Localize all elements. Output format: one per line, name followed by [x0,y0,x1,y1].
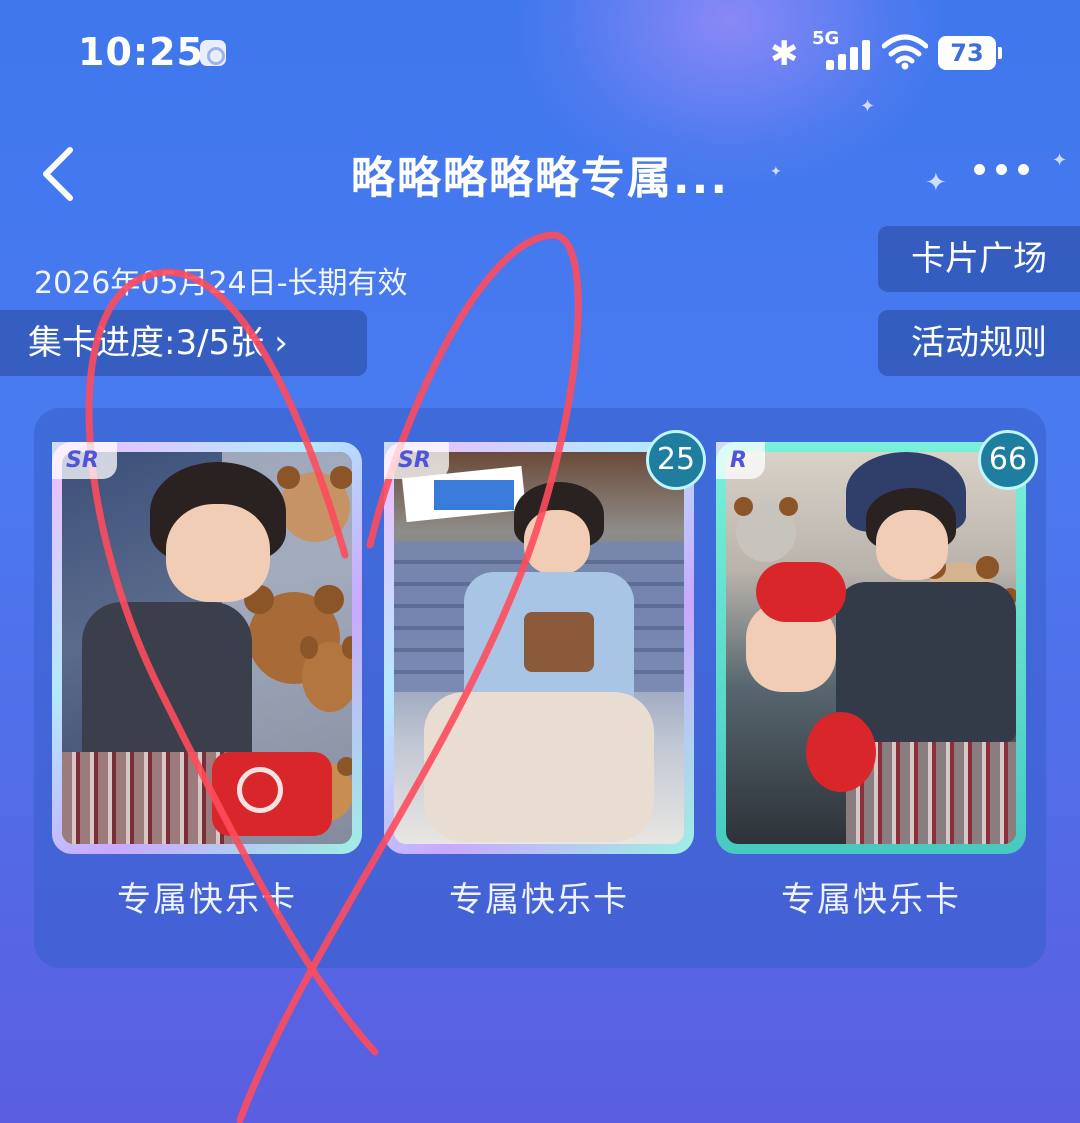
rarity-badge: SR [52,442,117,479]
rarity-badge: SR [384,442,449,479]
card-panel: SR SR 25 R 66 专属快乐卡 专属快乐卡 专属快乐卡 [34,408,1046,968]
card-count-badge: 25 [646,430,706,490]
activity-rules-button[interactable]: 活动规则 [878,310,1080,376]
wifi-icon [882,34,928,70]
card-photo [62,452,352,844]
signal-icon [826,40,872,70]
collection-progress-button[interactable]: 集卡进度:3/5张 › [0,310,367,376]
card-name: 专属快乐卡 [781,880,961,920]
chevron-left-icon[interactable] [36,144,86,204]
card-name: 专属快乐卡 [117,880,297,920]
validity-period: 2026年05月24日-长期有效 [34,266,408,301]
chevron-right-icon: › [274,323,288,363]
rarity-badge: R [716,442,765,479]
app-notification-icon [200,40,226,66]
more-horizontal-icon[interactable] [970,162,1036,182]
card-item[interactable]: R 66 [716,430,1038,854]
status-time: 10:25 [78,30,204,74]
card-photo [726,452,1016,844]
card-item[interactable]: SR [52,442,362,854]
card-count-badge: 66 [978,430,1038,490]
card-item[interactable]: SR 25 [384,430,706,854]
card-name: 专属快乐卡 [449,880,629,920]
status-bar: 10:25 ✱ 5G 73 [0,0,1080,105]
bluetooth-icon: ✱ [770,34,799,74]
battery-icon: 73 [938,36,1002,70]
card-photo [394,452,684,844]
page-title: 略略略略略专属... [350,153,730,204]
collection-progress-label: 集卡进度:3/5张 [28,323,265,363]
sparkle-icon: ✦ [925,168,947,198]
card-square-button[interactable]: 卡片广场 [878,226,1080,292]
sparkle-icon: ✦ [1052,150,1068,171]
